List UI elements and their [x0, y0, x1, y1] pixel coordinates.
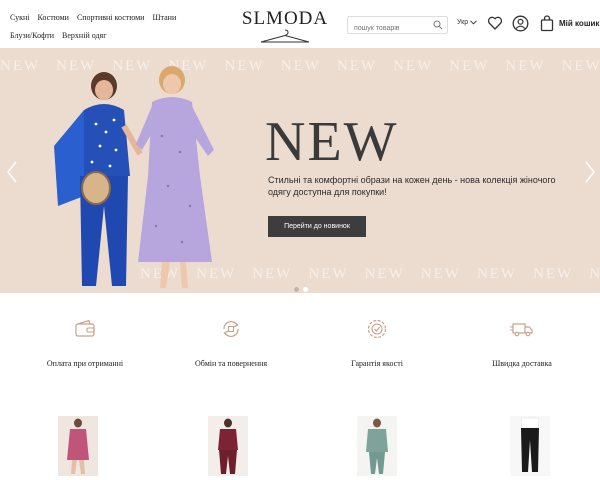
- feature-label: Оплата при отриманні: [46, 359, 124, 368]
- feature-label: Гарантія якості: [351, 359, 403, 368]
- nav-item-suits[interactable]: Костюми: [38, 9, 69, 27]
- product-card-black-pants[interactable]: [510, 416, 550, 476]
- main-nav: Сукні Костюми Спортивні костюми Штани Блузи…: [10, 9, 210, 45]
- product-card-sage-suit[interactable]: [357, 416, 397, 476]
- hero-models-photo: [54, 66, 214, 288]
- hero-title: NEW: [265, 111, 399, 173]
- feature-payment: Оплата при отриманні: [10, 318, 160, 368]
- feature-exchange: Обмін та повернення: [156, 318, 306, 368]
- wallet-icon: [75, 319, 95, 337]
- feature-delivery: Швидка доставка: [447, 318, 597, 368]
- shopping-bag-icon[interactable]: [540, 15, 554, 32]
- carousel-pagination: [294, 279, 312, 293]
- logo-text: SLMODA: [241, 8, 329, 29]
- feature-label: Обмін та повернення: [194, 359, 268, 368]
- view-new-arrivals-button[interactable]: Перейти до новинок: [268, 216, 366, 237]
- hero-banner: NEW NEW NEW NEW NEW NEW NEW NEW NEW NEW NEW NEW NEW…: [0, 48, 600, 293]
- hero-description: Стильні та комфортні образи на кожен ден…: [268, 175, 556, 197]
- nav-item-outerwear[interactable]: Верхній одяг: [62, 27, 106, 45]
- product-card-pink-dress[interactable]: [58, 416, 98, 476]
- search-box: [347, 16, 448, 37]
- product-card-burgundy-suit[interactable]: [208, 416, 248, 476]
- site-logo[interactable]: SLMODA: [232, 8, 338, 48]
- feature-label: Швидка доставка: [492, 359, 552, 368]
- site-header: Сукні Костюми Спортивні костюми Штани Блузи…: [0, 0, 600, 48]
- nav-item-blouses[interactable]: Блузи/Кофти: [10, 27, 54, 45]
- language-selector[interactable]: Укр: [457, 19, 477, 26]
- carousel-next-arrow-icon[interactable]: [584, 160, 596, 184]
- nav-item-pants[interactable]: Штани: [152, 9, 176, 27]
- feature-quality: Гарантія якості: [302, 318, 452, 368]
- nav-item-sport-suits[interactable]: Спортивні костюми: [77, 9, 145, 27]
- nav-item-dresses[interactable]: Сукні: [10, 9, 30, 27]
- chevron-down-icon: [470, 20, 477, 25]
- cart-label[interactable]: Мій кошик: [559, 19, 599, 28]
- exchange-icon: [223, 321, 239, 337]
- search-input[interactable]: [348, 20, 432, 37]
- carousel-prev-arrow-icon[interactable]: [6, 160, 18, 184]
- carousel-dot-active[interactable]: [303, 287, 308, 292]
- search-icon[interactable]: [433, 20, 443, 30]
- delivery-truck-icon: [510, 323, 533, 337]
- heart-icon[interactable]: [487, 15, 503, 31]
- hanger-logo-icon: [260, 29, 310, 43]
- language-label: Укр: [457, 19, 469, 26]
- carousel-dot[interactable]: [294, 287, 299, 292]
- quality-badge-icon: [367, 319, 387, 339]
- user-account-icon[interactable]: [512, 15, 529, 32]
